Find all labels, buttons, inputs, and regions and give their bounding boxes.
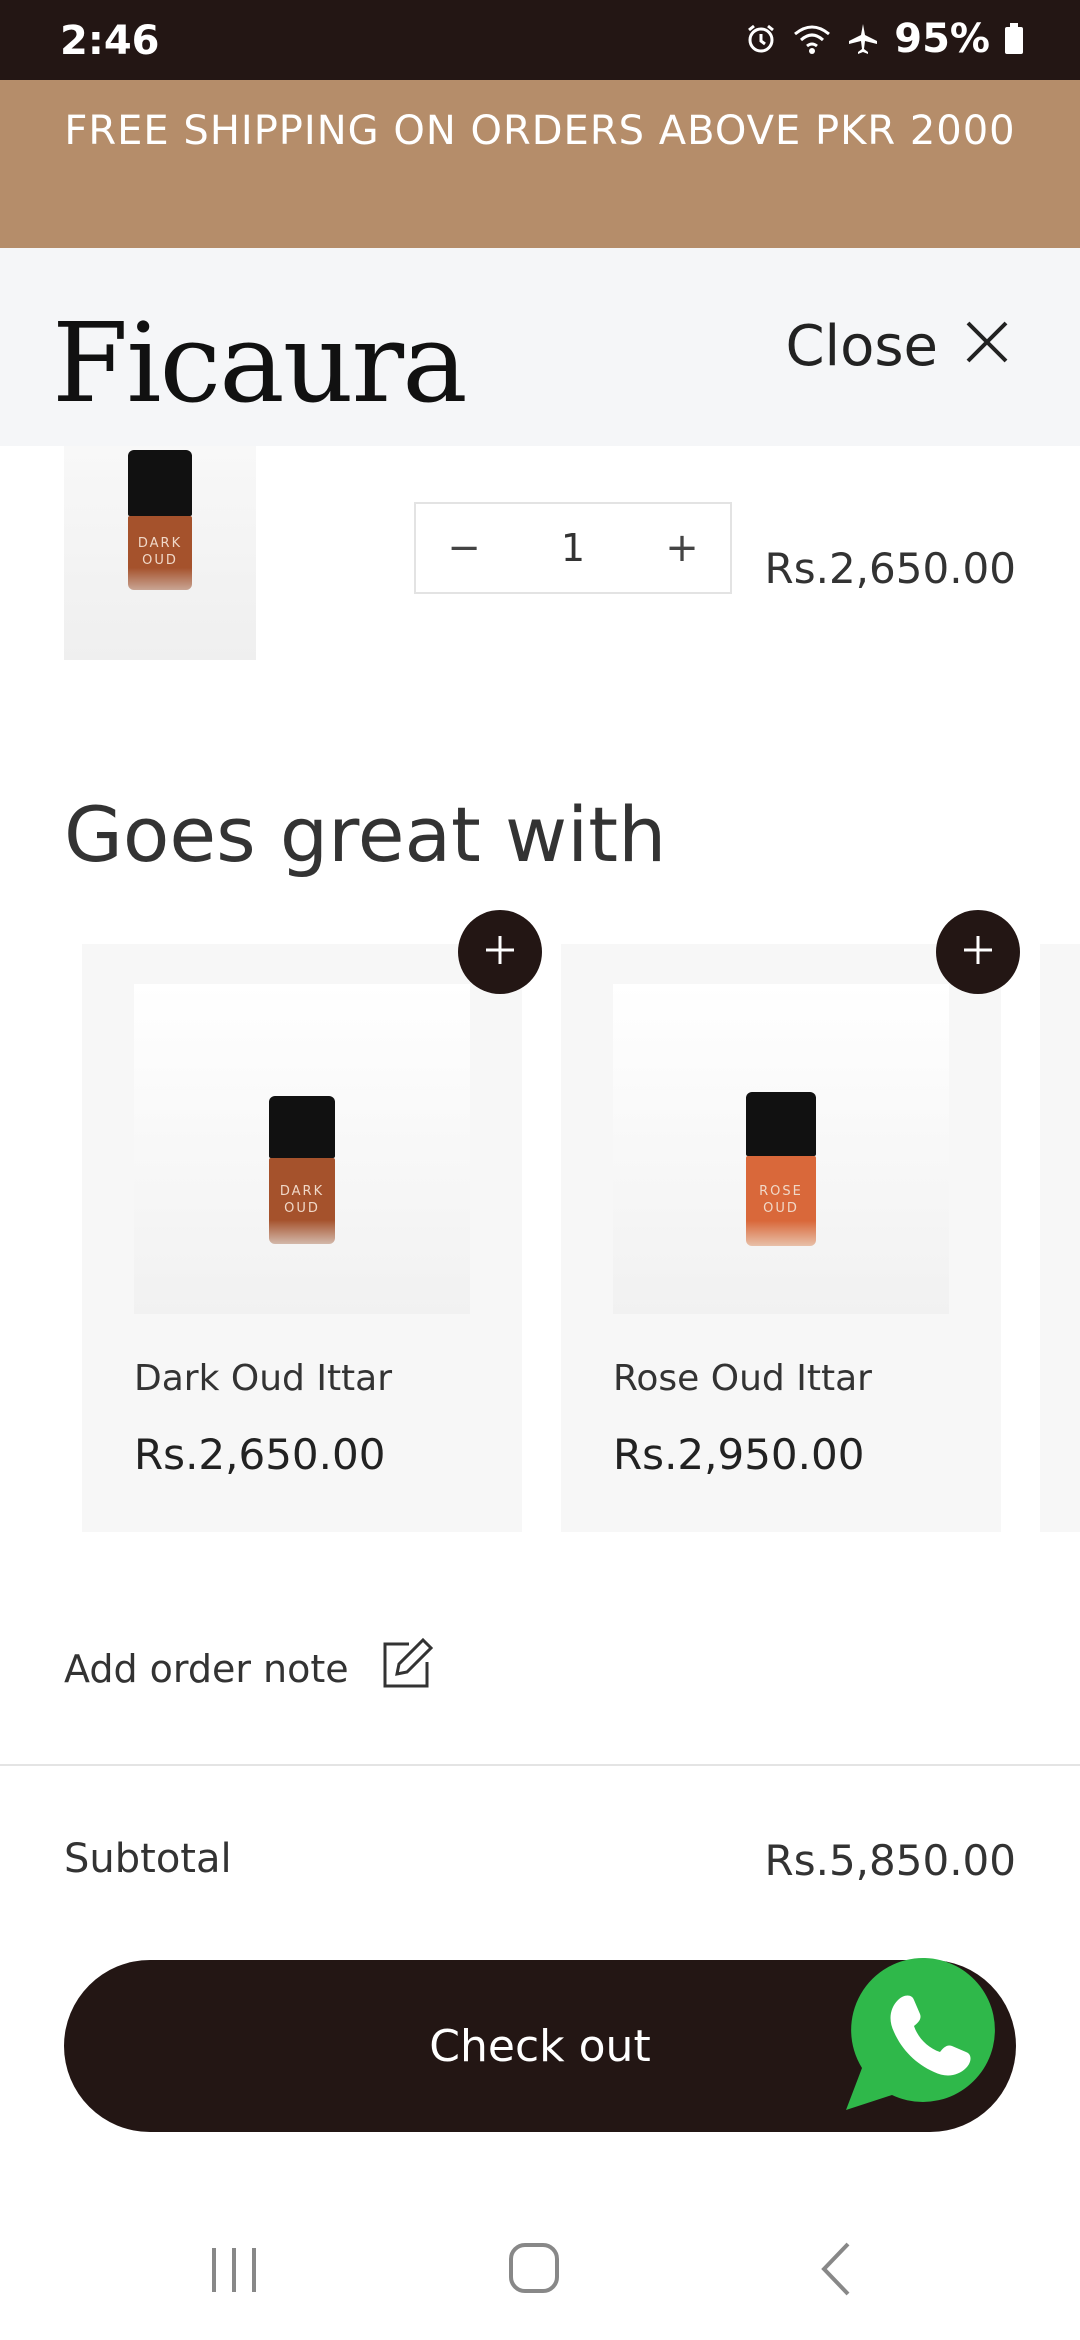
bottle-label-line2: OUD: [284, 1201, 320, 1216]
bottle-label-line1: DARK: [137, 536, 183, 552]
checkout-label: Check out: [429, 2020, 651, 2072]
status-icons: 95%: [744, 16, 1024, 62]
perfume-bottle-image: ROSE OUD: [746, 1092, 816, 1246]
bottle-label-line2: OUD: [142, 553, 178, 568]
bottle-label-line1: ROSE: [759, 1184, 803, 1200]
wifi-icon: [792, 22, 832, 56]
plus-icon: [483, 933, 517, 971]
status-time: 2:46: [60, 18, 160, 64]
quantity-stepper: − 1 +: [414, 502, 732, 594]
quantity-input[interactable]: 1: [512, 526, 634, 570]
cart-item-price: Rs.2,650.00: [764, 544, 1016, 593]
cart-line-item: DARK OUD − 1 + Rs.2,650.00: [0, 446, 1080, 676]
decrease-quantity-button[interactable]: −: [416, 525, 512, 571]
product-card[interactable]: ROSE OUD Rose Oud Ittar Rs.2,950.00: [561, 944, 1001, 1532]
status-bar: 2:46 95%: [0, 0, 1080, 80]
whatsapp-icon: [842, 1957, 1008, 2120]
close-icon: [964, 314, 1010, 379]
close-cart-button[interactable]: Close: [785, 314, 1010, 379]
product-name[interactable]: Dark Oud Ittar: [134, 1358, 392, 1399]
back-icon[interactable]: [808, 2234, 868, 2308]
perfume-bottle-image: DARK OUD: [128, 450, 192, 590]
cart-item-image[interactable]: DARK OUD: [64, 446, 256, 660]
battery-icon: [1004, 23, 1024, 55]
home-icon[interactable]: [504, 2234, 564, 2308]
order-note-label: Add order note: [64, 1646, 349, 1691]
close-label: Close: [785, 314, 938, 379]
product-card-peek[interactable]: [1040, 944, 1080, 1532]
battery-percent: 95%: [894, 16, 990, 62]
plus-icon: [961, 933, 995, 971]
subtotal-value: Rs.5,850.00: [764, 1836, 1016, 1885]
bottle-label-line2: OUD: [763, 1201, 799, 1216]
cart-header: Ficaura Close: [0, 248, 1080, 446]
add-order-note-button[interactable]: Add order note: [64, 1636, 435, 1701]
product-image[interactable]: DARK OUD: [134, 984, 470, 1314]
product-price: Rs.2,950.00: [613, 1430, 865, 1479]
product-name[interactable]: Rose Oud Ittar: [613, 1358, 872, 1399]
product-card[interactable]: DARK OUD Dark Oud Ittar Rs.2,650.00: [82, 944, 522, 1532]
edit-icon: [379, 1636, 435, 1701]
system-nav-bar: [0, 2200, 1080, 2340]
product-price: Rs.2,650.00: [134, 1430, 386, 1479]
alarm-icon: [744, 22, 778, 56]
airplane-icon: [846, 22, 880, 56]
whatsapp-chat-button[interactable]: [842, 1950, 1008, 2116]
promo-text: FREE SHIPPING ON ORDERS ABOVE PKR 2000: [64, 108, 1016, 154]
recent-apps-icon[interactable]: [204, 2234, 264, 2308]
add-to-cart-button[interactable]: [936, 910, 1020, 994]
brand-logo[interactable]: Ficaura: [52, 308, 468, 418]
increase-quantity-button[interactable]: +: [634, 525, 730, 571]
product-image[interactable]: ROSE OUD: [613, 984, 949, 1314]
add-to-cart-button[interactable]: [458, 910, 542, 994]
bottle-label-line1: DARK: [279, 1184, 325, 1200]
recommendations-title: Goes great with: [64, 790, 667, 879]
perfume-bottle-image: DARK OUD: [269, 1096, 335, 1244]
divider: [0, 1764, 1080, 1766]
subtotal-label: Subtotal: [64, 1836, 232, 1882]
promo-banner: FREE SHIPPING ON ORDERS ABOVE PKR 2000: [0, 80, 1080, 248]
